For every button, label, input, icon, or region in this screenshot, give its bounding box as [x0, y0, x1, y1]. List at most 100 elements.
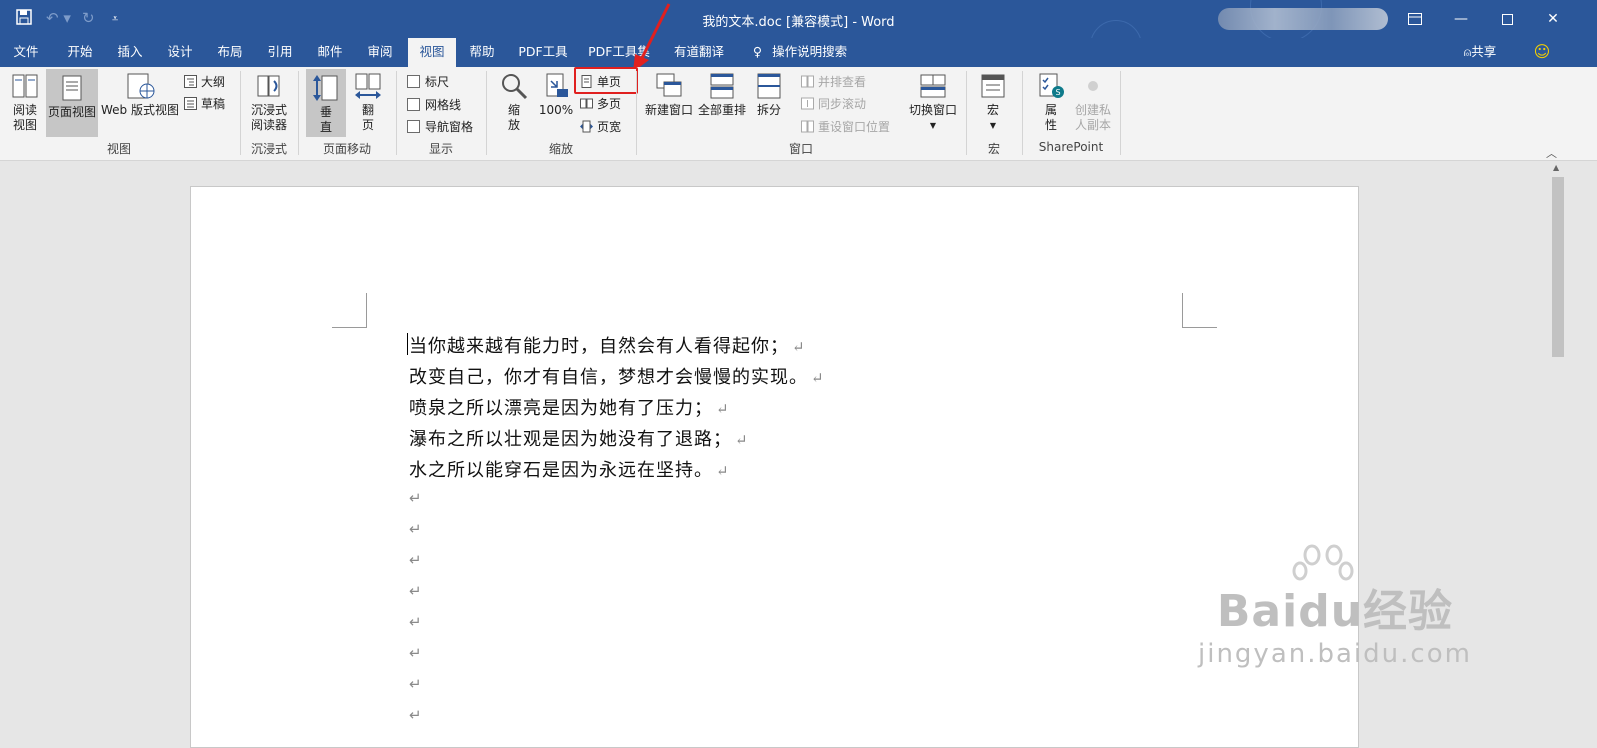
- switch-windows-icon: [920, 74, 946, 98]
- document-paragraph[interactable]: 喷泉之所以漂亮是因为她有了压力； ↵: [409, 394, 730, 420]
- undo-icon[interactable]: ↶ ▾: [46, 9, 71, 27]
- immersive-reader-button[interactable]: 沉浸式 阅读器: [246, 71, 292, 133]
- private-copy-icon: [1088, 81, 1098, 91]
- smiley-feedback-icon[interactable]: ☺: [1530, 38, 1554, 67]
- tab-help[interactable]: 帮助: [460, 38, 504, 67]
- tab-home[interactable]: 开始: [56, 38, 104, 67]
- page-width-button[interactable]: 页宽: [580, 118, 621, 135]
- empty-paragraph-mark[interactable]: ↵: [409, 489, 422, 507]
- create-private-copy-button[interactable]: 创建私 人副本: [1072, 71, 1114, 133]
- immersive-group-label: 沉浸式: [250, 142, 287, 156]
- vertical-scrollbar[interactable]: ▲: [1550, 161, 1567, 728]
- view-side-by-side-button[interactable]: 并排查看: [801, 73, 866, 90]
- empty-paragraph-mark[interactable]: ↵: [409, 582, 422, 600]
- user-account-avatar[interactable]: [1218, 8, 1388, 30]
- empty-paragraph-mark[interactable]: ↵: [409, 520, 422, 538]
- multiple-pages-icon: [580, 98, 593, 109]
- split-icon: [757, 73, 781, 99]
- new-window-button[interactable]: 新建窗口: [644, 71, 694, 118]
- tab-youdao-translate[interactable]: 有道翻译: [668, 38, 730, 67]
- document-paragraph[interactable]: 当你越来越有能力时，自然会有人看得起你； ↵: [409, 332, 806, 358]
- zoom-button[interactable]: 缩 放: [496, 71, 532, 133]
- empty-paragraph-mark[interactable]: ↵: [409, 706, 422, 724]
- macros-button[interactable]: 宏 ▼: [975, 71, 1011, 133]
- magnifier-icon: [502, 74, 528, 100]
- tab-pdf-tools[interactable]: PDF工具: [512, 38, 574, 67]
- synchronous-scrolling-button[interactable]: 同步滚动: [801, 95, 866, 112]
- print-layout-button[interactable]: 页面视图: [46, 69, 98, 137]
- views-group-label: 视图: [106, 142, 131, 156]
- tab-design[interactable]: 设计: [158, 38, 202, 67]
- close-icon[interactable]: ✕: [1530, 0, 1576, 38]
- ruler-checkbox[interactable]: 标尺: [407, 73, 449, 90]
- arrange-all-icon: [710, 73, 734, 99]
- draft-button[interactable]: 草稿: [184, 95, 225, 112]
- margin-corner-mark: [1182, 293, 1217, 328]
- tab-mailings[interactable]: 邮件: [308, 38, 352, 67]
- gridlines-checkbox[interactable]: 网格线: [407, 96, 461, 113]
- customize-dropdown-icon[interactable]: ⩡: [112, 12, 118, 26]
- page-icon: [62, 75, 82, 101]
- vertical-page-movement-button[interactable]: 垂 直: [306, 69, 346, 137]
- zoom-100-icon: [546, 73, 568, 97]
- scrollbar-thumb[interactable]: [1552, 177, 1564, 357]
- tab-insert[interactable]: 插入: [108, 38, 152, 67]
- side-by-side-icon: [801, 75, 814, 88]
- document-paragraph[interactable]: 改变自己，你才有自信，梦想才会慢慢的实现。 ↵: [409, 363, 825, 389]
- tell-me-search[interactable]: ♀ 操作说明搜索: [744, 38, 856, 67]
- group-separator: [298, 71, 299, 155]
- checkbox-box[interactable]: [407, 98, 420, 111]
- minimize-icon[interactable]: —: [1438, 0, 1484, 38]
- outline-button[interactable]: 大纲: [184, 73, 225, 90]
- checkbox-box[interactable]: [407, 75, 420, 88]
- multiple-pages-button[interactable]: 多页: [580, 95, 621, 112]
- dropdown-arrow-icon: ▼: [929, 121, 937, 130]
- empty-paragraph-mark[interactable]: ↵: [409, 613, 422, 631]
- new-window-icon: [656, 73, 682, 97]
- document-paragraph[interactable]: 水之所以能穿石是因为永远在坚持。 ↵: [409, 456, 730, 482]
- macro-icon: [981, 74, 1005, 98]
- reset-window-position-button[interactable]: 重设窗口位置: [801, 118, 890, 135]
- share-button[interactable]: ⍝共享: [1450, 38, 1510, 67]
- watermark-url: jingyan.baidu.com: [1198, 639, 1472, 669]
- maximize-icon[interactable]: [1484, 0, 1530, 38]
- title-bar: ↶ ▾ ↻ ⩡ 我的文本.doc [兼容模式] - Word — ✕: [0, 0, 1597, 72]
- empty-paragraph-mark[interactable]: ↵: [409, 644, 422, 662]
- ribbon-tab-bar: 文件 开始 插入 设计 布局 引用 邮件 审阅 视图 帮助 PDF工具 PDF工…: [0, 38, 1597, 67]
- empty-paragraph-mark[interactable]: ↵: [409, 675, 422, 693]
- web-layout-button[interactable]: Web 版式视图: [100, 71, 180, 118]
- tab-layout[interactable]: 布局: [208, 38, 252, 67]
- baidu-watermark: Baidu经验 jingyan.baidu.com: [1198, 544, 1472, 669]
- tab-view[interactable]: 视图: [408, 38, 456, 67]
- group-separator: [636, 71, 637, 155]
- group-separator: [486, 71, 487, 155]
- ribbon-display-options-icon[interactable]: [1392, 0, 1438, 38]
- tell-me-label: 操作说明搜索: [772, 44, 848, 59]
- book-icon: [12, 74, 38, 98]
- properties-button[interactable]: S 属 性: [1033, 71, 1069, 133]
- window-group-label: 窗口: [788, 142, 813, 156]
- document-page[interactable]: 当你越来越有能力时，自然会有人看得起你； ↵ 改变自己，你才有自信，梦想才会慢慢的…: [190, 186, 1359, 748]
- arrange-all-button[interactable]: 全部重排: [697, 71, 747, 118]
- save-icon[interactable]: [16, 9, 32, 29]
- tab-file[interactable]: 文件: [4, 38, 48, 67]
- zoom-group-label: 缩放: [548, 142, 573, 156]
- checkbox-box[interactable]: [407, 120, 420, 133]
- collapse-ribbon-icon[interactable]: ︿: [1546, 145, 1557, 161]
- highlight-box-one-page: [574, 67, 638, 94]
- tab-review[interactable]: 审阅: [358, 38, 402, 67]
- zoom-100-button[interactable]: 100%: [536, 71, 576, 118]
- empty-paragraph-mark[interactable]: ↵: [409, 551, 422, 569]
- group-separator: [240, 71, 241, 155]
- side-to-side-button[interactable]: 翻 页: [350, 71, 386, 133]
- immersive-reader-icon: [257, 75, 280, 97]
- navigation-pane-checkbox[interactable]: 导航窗格: [407, 118, 473, 135]
- read-mode-button[interactable]: 阅读 视图: [6, 71, 44, 133]
- tab-references[interactable]: 引用: [258, 38, 302, 67]
- redo-icon[interactable]: ↻: [82, 9, 95, 27]
- scroll-up-arrow-icon[interactable]: ▲: [1553, 163, 1559, 172]
- split-button[interactable]: 拆分: [752, 71, 786, 118]
- switch-windows-button[interactable]: 切换窗口 ▼: [906, 71, 960, 133]
- document-paragraph[interactable]: 瀑布之所以壮观是因为她没有了退路； ↵: [409, 425, 749, 451]
- page-movement-group-label: 页面移动: [322, 142, 371, 156]
